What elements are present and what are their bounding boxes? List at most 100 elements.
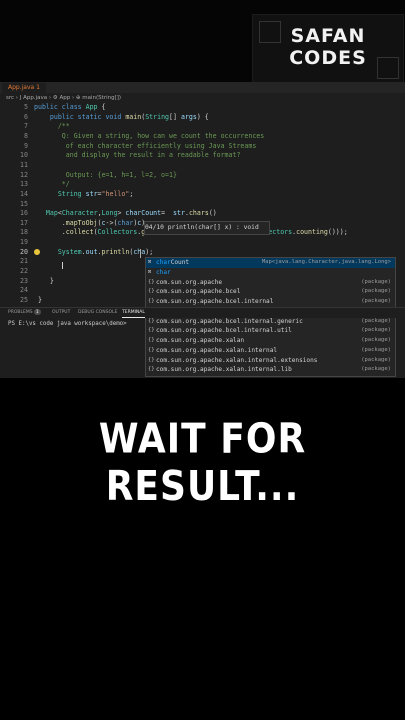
suggestion-rest: com.sun.org.apache.bcel.internal xyxy=(156,298,274,305)
suggestion-item[interactable]: {} com.sun.org.apache.bcel.internal.util (… xyxy=(146,326,395,336)
terminal-prompt[interactable]: PS E:\vs code java workspace\demo> xyxy=(8,321,127,327)
code-token: Q: Given a string, how can we count the … xyxy=(34,131,265,140)
code-line[interactable]: Output: {e=1, h=1, l=2, o=1} xyxy=(34,171,177,179)
suggestion-match: char xyxy=(156,268,171,276)
code-line[interactable]: String str="hello"; xyxy=(34,190,133,198)
code-token: char xyxy=(117,218,134,227)
problems-count-badge: 1 xyxy=(34,309,41,315)
suggestion-detail: (package) xyxy=(361,327,391,334)
line-number: 12 xyxy=(20,170,28,179)
line-number: 22 xyxy=(20,267,28,276)
code-token: . xyxy=(34,218,66,227)
code-token: ; xyxy=(129,189,134,198)
code-line[interactable]: Map<Character,Long> charCount= str.chars… xyxy=(34,209,217,217)
suggestion-label: com.sun.org.apache.xalan.internal xyxy=(156,346,277,356)
line-number: 16 xyxy=(20,209,28,218)
variable-icon: ⊠ xyxy=(148,268,152,275)
line-number: 20 xyxy=(20,247,28,256)
tab-app-java[interactable]: App.java 1 xyxy=(2,83,46,93)
line-number: 13 xyxy=(20,180,28,189)
code-line[interactable]: Q: Given a string, how can we count the … xyxy=(34,132,264,140)
suggestion-match: char xyxy=(156,259,171,266)
code-line[interactable]: */ xyxy=(34,180,70,188)
suggestion-rest: com.sun.org.apache.xalan xyxy=(156,337,245,344)
code-line[interactable]: of each character efficiently using Java… xyxy=(34,141,257,150)
code-token: } xyxy=(34,276,54,285)
line-number: 15 xyxy=(20,199,28,208)
overload-counter[interactable]: 04/10 xyxy=(145,224,164,231)
line-number: 11 xyxy=(20,160,28,169)
suggestion-item[interactable]: {} com.sun.org.apache.bcel.internal (packa… xyxy=(146,297,395,307)
code-token: public static void xyxy=(49,112,126,121)
code-token: App xyxy=(85,103,98,111)
suggestion-detail: (package) xyxy=(361,356,391,363)
code-token: args xyxy=(180,112,197,121)
suggestion-item[interactable]: {} com.sun.org.apache.xalan (package) xyxy=(146,336,395,346)
breadcrumb[interactable]: src › J App.java › ⚙ App › ⊕ main(String… xyxy=(6,94,121,103)
package-icon: {} xyxy=(148,346,155,353)
package-icon: {} xyxy=(148,278,155,285)
code-token: str xyxy=(85,189,98,198)
code-line[interactable]: public static void main(String[] args) { xyxy=(34,113,209,121)
suggestion-item[interactable]: {} com.sun.org.apache.xalan.internal (pack… xyxy=(146,346,395,356)
suggestion-label: com.sun.org.apache.xalan xyxy=(156,336,244,346)
line-number: 18 xyxy=(20,228,28,237)
suggestion-detail: (package) xyxy=(361,288,391,295)
code-line[interactable]: and display the result in a readable for… xyxy=(34,151,241,160)
suggestion-item[interactable]: {} com.sun.org.apache (package) xyxy=(146,278,395,288)
line-number: 21 xyxy=(20,257,28,266)
code-token: counting xyxy=(296,228,328,237)
code-line[interactable]: public class App { xyxy=(34,103,105,111)
code-line[interactable]: .mapToObj(c->(char)c) xyxy=(34,219,145,227)
code-token: Map xyxy=(45,209,58,218)
code-token: str xyxy=(173,209,185,218)
line-number: 14 xyxy=(20,189,28,198)
video-caption: WAIT FOR RESULT... xyxy=(98,415,307,511)
suggestion-item[interactable]: {} com.sun.org.apache.xalan.internal.lib (… xyxy=(146,365,395,375)
tab-debug-console[interactable]: DEBUG CONSOLE xyxy=(78,309,117,317)
code-token: and display the result in a readable for… xyxy=(34,151,241,160)
code-token: chars xyxy=(188,209,209,218)
line-number: 23 xyxy=(20,276,28,285)
tab-problems[interactable]: PROBLEMS 1 xyxy=(8,309,41,317)
suggestion-detail: (package) xyxy=(361,337,391,343)
editor-tab-bar: App.java 1 xyxy=(0,82,405,93)
code-token: */ xyxy=(34,180,70,189)
code-token: = xyxy=(161,209,174,218)
code-token: /** xyxy=(34,122,70,131)
suggestion-rest: com.sun.org.apache.xalan.internal.extens… xyxy=(156,356,318,364)
line-number: 5 xyxy=(24,103,28,111)
package-icon: {} xyxy=(148,298,155,304)
suggestion-item[interactable]: ⊠ charCount Map<java.lang.Character,java.l… xyxy=(146,258,395,268)
code-line[interactable]: } xyxy=(34,277,54,285)
code-token: of each character efficiently using Java… xyxy=(34,141,257,150)
line-number: 7 xyxy=(24,122,28,131)
tab-output[interactable]: OUTPUT xyxy=(52,309,70,317)
code-token: Collectors xyxy=(97,228,138,237)
code-line[interactable]: } xyxy=(34,296,42,304)
code-editor[interactable]: App.java 1 src › J App.java › ⚙ App › ⊕ … xyxy=(0,82,405,378)
code-token: "hello" xyxy=(101,189,130,198)
suggestion-item[interactable]: {} com.sun.org.apache.bcel (package) xyxy=(146,287,395,297)
suggestion-rest: com.sun.org.apache.xalan.internal xyxy=(156,346,278,354)
package-icon: {} xyxy=(148,356,155,363)
line-number: 6 xyxy=(24,112,28,121)
suggestion-detail: (package) xyxy=(361,366,391,373)
code-token: ); xyxy=(145,247,154,256)
variable-icon: ⊠ xyxy=(148,259,152,265)
code-line[interactable]: /** xyxy=(34,122,70,130)
suggestion-item[interactable]: {} com.sun.org.apache.xalan.internal.exte… xyxy=(146,356,395,366)
line-number: 25 xyxy=(20,296,28,304)
lightbulb-icon[interactable] xyxy=(34,249,40,255)
suggestion-rest: com.sun.org.apache.xalan.internal.lib xyxy=(156,366,292,374)
code-token: () xyxy=(208,209,217,218)
code-line[interactable]: System.out.println(cha); xyxy=(34,248,153,256)
code-token: println xyxy=(101,247,130,256)
code-token: ())); xyxy=(327,228,348,237)
suggestion-item[interactable]: ⊠ char xyxy=(146,268,395,278)
parameter-hint-popup: 04/10 println(char[] x) : void xyxy=(144,221,270,235)
safan-codes-logo: SAFAN CODES xyxy=(252,14,404,84)
tab-terminal[interactable]: TERMINAL xyxy=(122,309,145,318)
